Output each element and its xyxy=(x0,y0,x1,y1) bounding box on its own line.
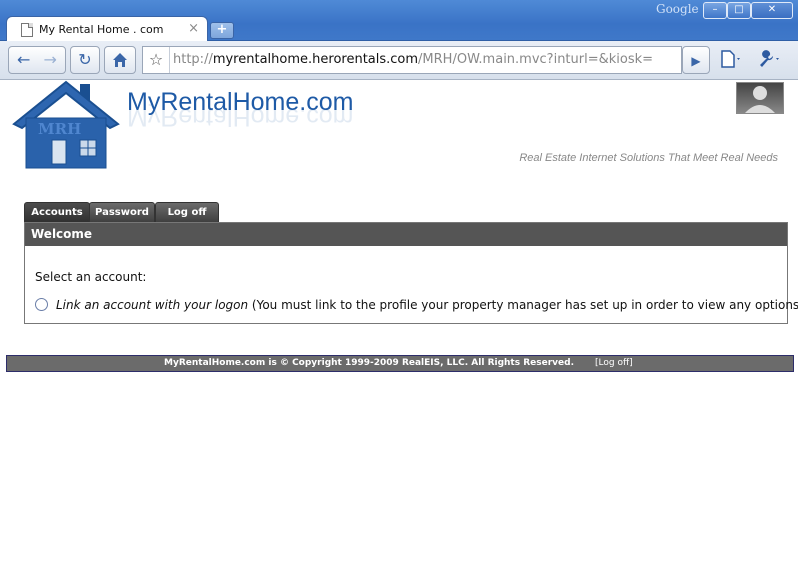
copyright-text: MyRentalHome.com is © Copyright 1999-200… xyxy=(164,358,574,368)
site-tagline: Real Estate Internet Solutions That Meet… xyxy=(519,152,778,164)
panel-heading: Welcome xyxy=(25,223,787,246)
go-button[interactable]: ▶ xyxy=(682,46,710,74)
welcome-panel: Welcome Select an account: Link an accou… xyxy=(24,222,798,324)
tools-menu-button[interactable] xyxy=(752,46,788,72)
browser-tab[interactable]: My Rental Home . com × xyxy=(6,16,208,42)
reload-button[interactable]: ↻ xyxy=(70,46,100,74)
browser-titlebar: My Rental Home . com × + Google – □ ✕ xyxy=(0,0,798,42)
minimize-button[interactable]: – xyxy=(703,2,727,19)
url-host: myrentalhome.herorentals.com xyxy=(212,52,419,67)
url-path: /MRH/OW.main.mvc?inturl=&kiosk= xyxy=(418,52,654,67)
reload-icon: ↻ xyxy=(78,50,92,69)
page-doc-icon xyxy=(21,23,33,37)
home-button[interactable] xyxy=(104,46,136,74)
address-bar[interactable]: ☆ http://myrentalhome.herorentals.com/MR… xyxy=(142,46,682,74)
page-content: MRH MyRentalHome.com MyRentalHome.com Re… xyxy=(0,80,798,583)
page-menu-button[interactable] xyxy=(714,46,748,72)
tab-accounts[interactable]: Accounts xyxy=(24,202,90,223)
tab-password[interactable]: Password xyxy=(89,202,155,223)
page-icon xyxy=(721,50,740,68)
user-silhouette-icon xyxy=(745,86,775,113)
footer-logoff-link[interactable]: Log off xyxy=(599,358,630,368)
forward-arrow-icon[interactable]: → xyxy=(44,50,57,69)
maximize-button[interactable]: □ xyxy=(727,2,751,19)
site-title-reflection: MyRentalHome.com xyxy=(127,103,354,131)
tab-log-off[interactable]: Log off xyxy=(155,202,219,223)
tab-title: My Rental Home . com xyxy=(39,23,164,36)
link-account-label[interactable]: Link an account with your logon xyxy=(56,298,248,312)
home-icon xyxy=(113,53,127,67)
back-arrow-icon[interactable]: ← xyxy=(17,50,30,69)
browser-toolbar: ← → ↻ ☆ http://myrentalhome.herorentals.… xyxy=(0,41,798,80)
back-forward-group: ← → xyxy=(8,46,66,74)
link-account-radio[interactable] xyxy=(35,298,48,311)
star-icon[interactable]: ☆ xyxy=(143,47,170,73)
footer-bar: MyRentalHome.com is © Copyright 1999-200… xyxy=(6,355,794,372)
footer-logoff: [Log off] xyxy=(595,358,633,368)
browser-brand: Google xyxy=(656,2,699,16)
logo-text: MRH xyxy=(38,120,81,138)
avatar xyxy=(736,82,784,114)
url-text[interactable]: http://myrentalhome.herorentals.com/MRH/… xyxy=(173,52,653,67)
play-icon: ▶ xyxy=(691,54,701,68)
link-account-option: Link an account with your logon (You mus… xyxy=(35,298,798,312)
tab-close-icon[interactable]: × xyxy=(188,21,199,36)
account-prompt: Select an account: xyxy=(35,270,147,284)
close-window-button[interactable]: ✕ xyxy=(751,2,793,19)
link-account-note: (You must link to the profile your prope… xyxy=(248,298,798,312)
new-tab-button[interactable]: + xyxy=(210,22,234,39)
site-logo: MRH xyxy=(12,80,120,169)
url-prefix: http:// xyxy=(173,52,213,67)
wrench-icon xyxy=(760,50,779,67)
